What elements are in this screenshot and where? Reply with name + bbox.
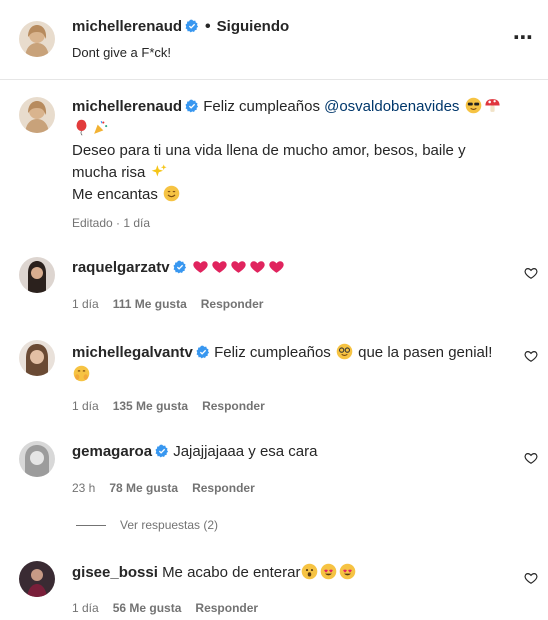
verified-badge-icon [173, 260, 187, 274]
comment-text: michellerenaud Feliz cumpleaños @osvaldo… [72, 96, 512, 206]
following-button[interactable]: Siguiendo [217, 18, 290, 35]
post-caption: Dont give a F*ck! [72, 45, 171, 60]
like-heart-icon[interactable] [524, 571, 538, 585]
comment-time: 23 h [72, 481, 96, 495]
verified-badge-icon [185, 19, 199, 33]
like-count[interactable]: 78 Me gusta [109, 481, 178, 495]
reply-button[interactable]: Responder [202, 399, 265, 413]
comment-time: 1 día [72, 399, 99, 413]
view-replies-button[interactable]: Ver respuestas (2) [76, 518, 218, 532]
comment-line: Me encantas [72, 186, 158, 203]
nerd-face-emoji-icon [336, 343, 353, 360]
comment-meta: Editado · 1 día [72, 216, 164, 230]
red-heart-emoji-icon [249, 258, 266, 275]
commenter-username[interactable]: michellerenaud [72, 98, 182, 115]
commenter-username[interactable]: gisee_bossi [72, 564, 158, 581]
commenter-avatar[interactable] [19, 257, 55, 293]
like-heart-icon[interactable] [524, 266, 538, 280]
comment-text: raquelgarzatv [72, 257, 492, 279]
comment-edited-time: Editado · 1 día [72, 216, 151, 230]
header-line: michellerenaud • Siguiendo [72, 18, 289, 36]
surprised-face-emoji-icon [301, 563, 318, 580]
like-heart-icon[interactable] [524, 349, 538, 363]
reply-button[interactable]: Responder [192, 481, 255, 495]
heart-eyes-emoji-icon [320, 563, 337, 580]
red-heart-emoji-icon [230, 258, 247, 275]
sparkles-emoji-icon [151, 164, 167, 177]
comment-meta: 1 día 56 Me gusta Responder [72, 601, 272, 615]
like-count[interactable]: 135 Me gusta [113, 399, 188, 413]
commenter-avatar[interactable] [19, 340, 55, 376]
commenter-username[interactable]: michellegalvantv [72, 344, 193, 361]
replies-divider [76, 525, 106, 527]
more-options-icon[interactable]: ⋯ [513, 25, 534, 50]
comment-text-end: que la pasen genial! [353, 344, 493, 361]
verified-badge-icon [185, 99, 199, 113]
view-replies-label[interactable]: Ver respuestas (2) [120, 518, 218, 532]
comment-meta: 1 día 135 Me gusta Responder [72, 399, 279, 413]
reply-button[interactable]: Responder [201, 297, 264, 311]
sunglasses-emoji-icon [465, 97, 482, 114]
comment-text-start: Feliz cumpleaños [214, 344, 335, 361]
mention-link[interactable]: @osvaldobenavides [324, 98, 459, 115]
comment-meta: 1 día 111 Me gusta Responder [72, 297, 277, 311]
smiling-face-emoji-icon [163, 185, 180, 202]
comment-text: gisee_bossi Me acabo de enterar [72, 562, 492, 584]
comment-text: gemagaroa Jajajjajaaa y esa cara [72, 441, 492, 463]
commenter-avatar[interactable] [19, 97, 55, 133]
comment-line: mucha risa [72, 164, 146, 181]
comment-text: michellegalvantv Feliz cumpleaños que la… [72, 342, 532, 386]
red-heart-emoji-icon [268, 258, 285, 275]
author-avatar[interactable] [19, 21, 55, 57]
like-heart-icon[interactable] [524, 451, 538, 465]
separator: • [205, 18, 211, 35]
comment-time: 1 día [72, 297, 99, 311]
like-count[interactable]: 56 Me gusta [113, 601, 182, 615]
commenter-username[interactable]: raquelgarzatv [72, 259, 170, 276]
commenter-username[interactable]: gemagaroa [72, 443, 152, 460]
author-username[interactable]: michellerenaud [72, 18, 182, 35]
comment-body: Me acabo de enterar [162, 564, 301, 581]
comment-meta: 23 h 78 Me gusta Responder [72, 481, 269, 495]
reply-button[interactable]: Responder [195, 601, 258, 615]
hugging-face-emoji-icon [73, 365, 90, 382]
like-count[interactable]: 111 Me gusta [113, 297, 187, 311]
verified-badge-icon [196, 345, 210, 359]
heart-eyes-emoji-icon [339, 563, 356, 580]
red-heart-emoji-icon [192, 258, 209, 275]
comment-body: Jajajjajaaa y esa cara [173, 443, 318, 460]
commenter-avatar[interactable] [19, 441, 55, 477]
comment-line: Deseo para ti una vida llena de mucho am… [72, 142, 466, 159]
balloon-emoji-icon [76, 119, 87, 136]
post-header: michellerenaud • Siguiendo Dont give a F*c… [0, 0, 548, 80]
comment-time: 1 día [72, 601, 99, 615]
commenter-avatar[interactable] [19, 561, 55, 597]
mushroom-emoji-icon [485, 99, 500, 112]
comment-text-start: Feliz cumpleaños [203, 98, 325, 115]
party-popper-emoji-icon [94, 120, 108, 134]
red-heart-emoji-icon [211, 258, 228, 275]
verified-badge-icon [155, 444, 169, 458]
